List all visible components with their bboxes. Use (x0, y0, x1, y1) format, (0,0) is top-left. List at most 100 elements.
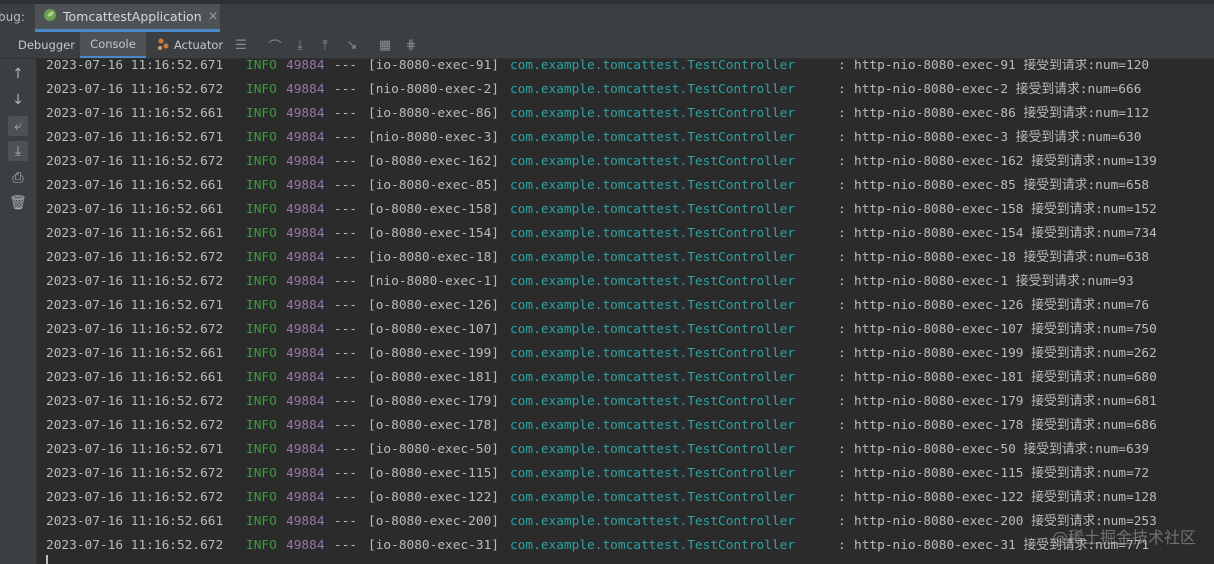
evaluate-icon[interactable]: ▦ (376, 36, 394, 54)
restore-layout-icon[interactable]: ⌒ (266, 36, 284, 55)
log-colon: : (838, 442, 846, 457)
log-colon: : (838, 514, 846, 529)
log-logger[interactable]: com.example.tomcattest.TestController (510, 534, 795, 558)
log-logger[interactable]: com.example.tomcattest.TestController (510, 59, 795, 78)
log-timestamp: 2023-07-16 11:16:52.671 (46, 442, 224, 457)
step-into-icon[interactable]: ⤓ (291, 36, 309, 54)
log-level: INFO (246, 466, 277, 481)
log-level: INFO (246, 370, 277, 385)
log-timestamp: 2023-07-16 11:16:52.672 (46, 394, 224, 409)
log-logger[interactable]: com.example.tomcattest.TestController (510, 126, 795, 150)
spring-run-icon (43, 8, 57, 25)
trash-icon[interactable]: 🗑 (8, 193, 28, 213)
log-logger[interactable]: com.example.tomcattest.TestController (510, 150, 795, 174)
log-logger[interactable]: com.example.tomcattest.TestController (510, 174, 795, 198)
debug-title-bar: bug: TomcattestApplication × (0, 0, 1214, 33)
print-icon[interactable]: ⎙ (8, 168, 28, 188)
log-logger[interactable]: com.example.tomcattest.TestController (510, 318, 795, 342)
log-message: http-nio-8080-exec-126 接受到请求:num=76 (854, 298, 1150, 313)
tab-tomcattest-application[interactable]: TomcattestApplication × (35, 4, 220, 32)
log-logger[interactable]: com.example.tomcattest.TestController (510, 486, 795, 510)
actuator-icon (156, 37, 170, 54)
log-timestamp: 2023-07-16 11:16:52.672 (46, 274, 224, 289)
close-icon[interactable]: × (208, 9, 219, 24)
log-separator: --- (334, 82, 358, 97)
log-logger[interactable]: com.example.tomcattest.TestController (510, 78, 795, 102)
tab-actuator[interactable]: Actuator (156, 32, 226, 58)
log-colon: : (838, 154, 846, 169)
log-message: http-nio-8080-exec-86 接受到请求:num=112 (854, 106, 1150, 121)
log-colon: : (838, 346, 846, 361)
log-colon: : (838, 59, 846, 73)
log-separator: --- (334, 226, 358, 241)
log-logger[interactable]: com.example.tomcattest.TestController (510, 294, 795, 318)
log-message: http-nio-8080-exec-1 接受到请求:num=93 (854, 274, 1134, 289)
log-pid: 49884 (286, 442, 325, 457)
log-timestamp: 2023-07-16 11:16:52.671 (46, 298, 224, 313)
log-pid: 49884 (286, 59, 325, 73)
log-thread: [o-8080-exec-154] (368, 226, 499, 241)
log-message: http-nio-8080-exec-179 接受到请求:num=681 (854, 394, 1157, 409)
log-level: INFO (246, 514, 277, 529)
down-arrow-icon[interactable]: ↓ (8, 90, 28, 110)
log-pid: 49884 (286, 82, 325, 97)
log-message: http-nio-8080-exec-91 接受到请求:num=120 (854, 59, 1150, 73)
log-timestamp: 2023-07-16 11:16:52.672 (46, 538, 224, 553)
log-colon: : (838, 370, 846, 385)
log-logger[interactable]: com.example.tomcattest.TestController (510, 222, 795, 246)
log-logger[interactable]: com.example.tomcattest.TestController (510, 102, 795, 126)
log-level: INFO (246, 130, 277, 145)
log-message: http-nio-8080-exec-2 接受到请求:num=666 (854, 82, 1142, 97)
step-out-icon[interactable]: ⤒ (316, 36, 334, 54)
log-colon: : (838, 178, 846, 193)
log-colon: : (838, 418, 846, 433)
log-colon: : (838, 250, 846, 265)
log-separator: --- (334, 298, 358, 313)
log-logger[interactable]: com.example.tomcattest.TestController (510, 510, 795, 534)
up-arrow-icon[interactable]: ↑ (8, 64, 28, 84)
scroll-to-end-icon[interactable]: ⤓ (8, 141, 28, 161)
log-thread: [io-8080-exec-18] (368, 250, 499, 265)
log-logger[interactable]: com.example.tomcattest.TestController (510, 342, 795, 366)
log-level: INFO (246, 106, 277, 121)
tab-debugger[interactable]: Debugger (10, 32, 80, 58)
log-logger[interactable]: com.example.tomcattest.TestController (510, 438, 795, 462)
log-logger[interactable]: com.example.tomcattest.TestController (510, 198, 795, 222)
tab-console[interactable]: Console (80, 32, 146, 58)
log-colon: : (838, 490, 846, 505)
log-message: http-nio-8080-exec-18 接受到请求:num=638 (854, 250, 1150, 265)
log-thread: [o-8080-exec-199] (368, 346, 499, 361)
log-separator: --- (334, 130, 358, 145)
log-pid: 49884 (286, 322, 325, 337)
log-separator: --- (334, 346, 358, 361)
tab-debugger-label: Debugger (18, 38, 75, 52)
debug-toolbar: Debugger Console Actuator ☰ ⌒ ⤓ ⤒ ↘ ▦ ⋕ (0, 32, 1214, 59)
console-output[interactable]: 2023-07-16 11:16:52.671 INFO 49884 --- [io-8… (37, 59, 1214, 564)
log-message: http-nio-8080-exec-178 接受到请求:num=686 (854, 418, 1157, 433)
log-timestamp: 2023-07-16 11:16:52.671 (46, 130, 224, 145)
app-tab-title: TomcattestApplication (63, 9, 202, 24)
soft-wrap-icon[interactable]: ⤶ (8, 116, 28, 136)
log-logger[interactable]: com.example.tomcattest.TestController (510, 366, 795, 390)
log-pid: 49884 (286, 370, 325, 385)
run-to-cursor-icon[interactable]: ↘ (343, 36, 361, 54)
log-colon: : (838, 82, 846, 97)
log-logger[interactable]: com.example.tomcattest.TestController (510, 270, 795, 294)
log-logger[interactable]: com.example.tomcattest.TestController (510, 246, 795, 270)
log-separator: --- (334, 370, 358, 385)
log-thread: [nio-8080-exec-2] (368, 82, 499, 97)
log-thread: [io-8080-exec-31] (368, 538, 499, 553)
log-timestamp: 2023-07-16 11:16:52.672 (46, 322, 224, 337)
log-level: INFO (246, 178, 277, 193)
trace-icon[interactable]: ⋕ (402, 36, 420, 54)
log-logger[interactable]: com.example.tomcattest.TestController (510, 414, 795, 438)
debug-label: bug: (0, 10, 25, 24)
log-thread: [o-8080-exec-179] (368, 394, 499, 409)
log-logger[interactable]: com.example.tomcattest.TestController (510, 462, 795, 486)
log-colon: : (838, 130, 846, 145)
log-separator: --- (334, 250, 358, 265)
log-level: INFO (246, 298, 277, 313)
log-timestamp: 2023-07-16 11:16:52.661 (46, 514, 224, 529)
log-logger[interactable]: com.example.tomcattest.TestController (510, 390, 795, 414)
menu-icon[interactable]: ☰ (232, 36, 250, 54)
